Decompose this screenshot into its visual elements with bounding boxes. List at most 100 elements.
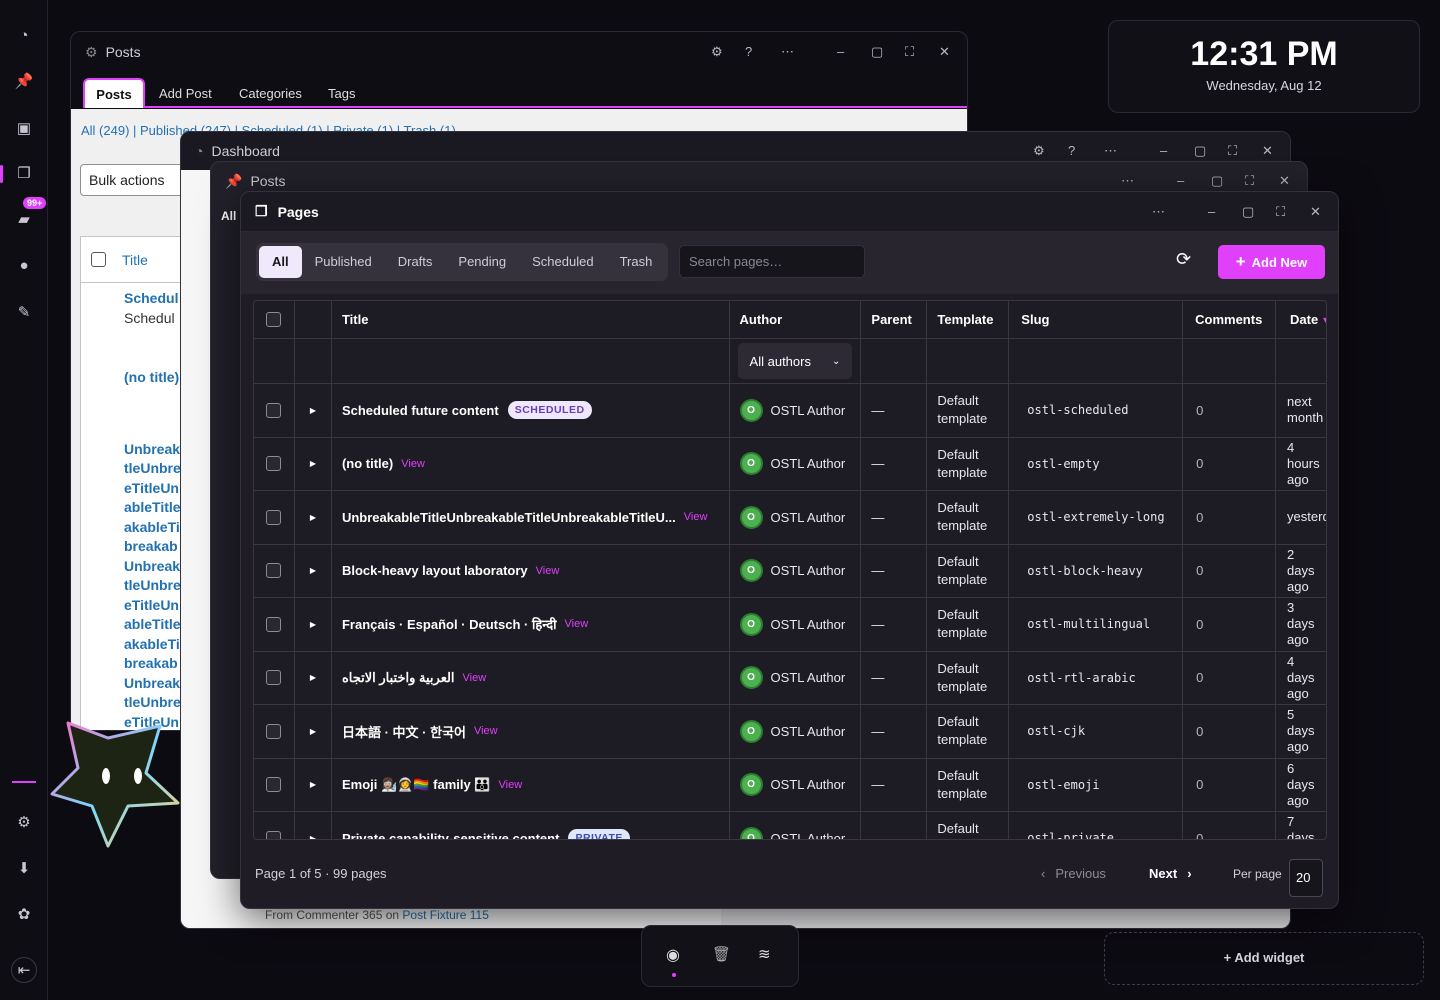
table-row[interactable]: ▶ UnbreakableTitleUnbreakableTitleUnbrea… [254,491,1326,545]
maximize-icon[interactable]: ▢ [1194,143,1206,159]
row-checkbox[interactable] [266,777,282,793]
filter-all[interactable]: All [221,209,236,223]
add-widget-button[interactable]: + Add widget [1104,932,1424,985]
view-link[interactable]: View [401,458,425,470]
select-all-checkbox[interactable] [91,252,106,267]
expand-caret-icon[interactable]: ▶ [310,513,316,522]
help-icon[interactable]: ? [745,44,752,59]
table-row[interactable]: ▶ Français · Español · Deutsch · हिन्दी V… [254,598,1326,652]
row-title[interactable]: 日本語 · 中文 · 한국어 [342,722,466,741]
comments-icon[interactable]: ▰ [13,208,35,230]
expand-caret-icon[interactable]: ▶ [310,566,316,575]
trash-icon[interactable]: 🗑 [712,945,731,963]
appearance-icon[interactable]: ✿ [13,903,35,925]
add-new-button[interactable]: + Add New [1218,245,1325,279]
gear-icon[interactable]: ⚙ [1033,143,1045,159]
dashboard-icon[interactable]: ◉ [666,945,680,965]
view-link[interactable]: View [684,511,708,523]
pin-icon[interactable]: 📌 [13,70,35,92]
pages-window[interactable]: ❐ Pages ⋯ – ▢ ⛶ ✕ All Published Drafts P… [240,191,1339,909]
maximize-icon[interactable]: ▢ [1242,204,1254,220]
row-title[interactable]: UnbreakableTitleUnbreakableTitleUnbreaka… [342,510,676,525]
gear-icon[interactable]: ⚙ [711,44,723,60]
row-checkbox[interactable] [266,670,282,686]
table-row[interactable]: ▶ Scheduled future content SCHEDULED O OST… [254,384,1326,438]
view-link[interactable]: View [474,725,498,737]
table-row[interactable]: ▶ Private capability-sensitive content PR… [254,812,1326,839]
view-link[interactable]: View [565,618,589,630]
row-checkbox[interactable] [266,563,282,579]
col-comments[interactable]: Comments [1183,301,1277,338]
row-title[interactable]: Emoji 👩🏽‍🔬👩‍🚀🏳️‍🌈 family 👪 [342,777,491,793]
col-date[interactable]: Date▼ [1276,301,1326,338]
expand-caret-icon[interactable]: ▶ [310,727,316,736]
filter-drafts[interactable]: Drafts [385,246,446,278]
more-icon[interactable]: ⋯ [1121,173,1134,189]
close-icon[interactable]: ✕ [1310,204,1321,220]
filter-scheduled[interactable]: Scheduled [519,246,606,278]
window-titlebar[interactable]: ❐ Pages [241,192,1338,232]
filter-trash[interactable]: Trash [607,246,666,278]
users-icon[interactable]: ● [13,254,35,276]
close-icon[interactable]: ✕ [1279,173,1290,189]
tab-add-post[interactable]: Add Post [159,86,212,101]
minimize-icon[interactable]: – [837,44,844,59]
row-checkbox[interactable] [266,830,282,839]
close-icon[interactable]: ✕ [939,44,950,60]
next-button[interactable]: Next › [1149,866,1192,881]
filter-published[interactable]: Published [302,246,385,278]
refresh-icon[interactable]: ⟳ [1176,249,1191,270]
comment-post-link[interactable]: Post Fixture 115 [402,908,488,922]
table-row[interactable]: ▶ Block-heavy layout laboratory View O OST… [254,544,1326,598]
row-title[interactable]: Private capability-sensitive content [342,831,559,839]
row-title[interactable]: العربية واختبار الاتجاه [342,670,455,686]
view-link[interactable]: View [499,779,523,791]
dashboard-icon[interactable]: ◔ [13,24,35,46]
maximize-icon[interactable]: ▢ [1211,173,1223,189]
minimize-icon[interactable]: – [1177,173,1184,188]
col-title[interactable]: Title [122,252,148,268]
expand-caret-icon[interactable]: ▶ [310,406,316,415]
collapse-icon[interactable]: ⇤ [11,957,37,983]
select-all-checkbox[interactable] [266,312,282,327]
tab-categories[interactable]: Categories [239,86,302,101]
more-icon[interactable]: ⋯ [781,44,794,60]
pages-icon[interactable]: ❐ [13,162,35,184]
expand-caret-icon[interactable]: ▶ [310,780,316,789]
table-row[interactable]: ▶ العربية واختبار الاتجاه View O OSTL Auth… [254,651,1326,705]
expand-caret-icon[interactable]: ▶ [310,673,316,682]
author-filter-select[interactable]: All authors ⌄ [737,343,853,379]
minimize-icon[interactable]: – [1208,204,1215,219]
fullscreen-icon[interactable]: ⛶ [1228,143,1237,159]
col-title[interactable]: Title [332,301,730,338]
tools-icon[interactable]: ✎ [13,301,35,323]
col-template[interactable]: Template [927,301,1010,338]
per-page-input[interactable]: 20 [1289,859,1323,897]
tab-tags[interactable]: Tags [328,86,355,101]
row-title[interactable]: Block-heavy layout laboratory [342,563,528,578]
close-icon[interactable]: ✕ [1262,143,1273,159]
table-row[interactable]: ▶ (no title) View O OSTL Author — Default … [254,437,1326,491]
fullscreen-icon[interactable]: ⛶ [1276,204,1285,220]
filter-all[interactable]: All [259,246,302,278]
more-icon[interactable]: ⋯ [1104,143,1117,159]
row-checkbox[interactable] [266,723,282,739]
media-icon[interactable]: ▣ [13,117,35,139]
filter-pending[interactable]: Pending [445,246,519,278]
view-link[interactable]: View [536,565,560,577]
previous-button[interactable]: ‹ Previous [1041,866,1106,881]
more-icon[interactable]: ⋯ [1152,204,1165,220]
expand-caret-icon[interactable]: ▶ [310,459,316,468]
col-author[interactable]: Author [730,301,862,338]
help-icon[interactable]: ? [1068,143,1075,158]
row-checkbox[interactable] [266,402,282,418]
table-row[interactable]: ▶ Emoji 👩🏽‍🔬👩‍🚀🏳️‍🌈 family 👪 View O OSTL A… [254,758,1326,812]
maximize-icon[interactable]: ▢ [871,44,883,60]
fullscreen-icon[interactable]: ⛶ [1245,173,1254,189]
col-slug[interactable]: Slug [1009,301,1184,338]
col-parent[interactable]: Parent [861,301,928,338]
row-title[interactable]: Français · Español · Deutsch · हिन्दी [342,615,557,633]
table-row[interactable]: ▶ 日本語 · 中文 · 한국어 View O OSTL Author — Defa… [254,705,1326,759]
row-checkbox[interactable] [266,509,282,525]
mascot-star[interactable] [50,718,180,848]
